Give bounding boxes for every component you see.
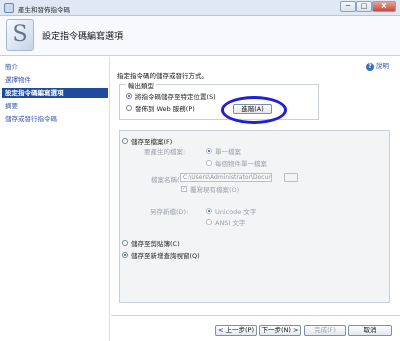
single-file-radio[interactable]: 單一檔案 [206,146,241,156]
radio-label: 每個物件單一檔案 [215,160,267,168]
wizard-steps-sidebar: 簡介 選擇物件 設定指令碼編寫選項 摘要 儲存或發行指令碼 [0,57,110,341]
maximize-button[interactable]: □ [356,1,372,12]
finish-button[interactable]: 完成(F) [304,325,346,336]
script-icon: S [6,19,34,51]
close-button[interactable]: X [372,1,396,12]
radio-label: Unicode 文字 [215,208,257,216]
save-to-new-query-radio[interactable]: 儲存至新增查詢視窗(Q) [122,250,200,260]
save-to-location-radio[interactable]: 將指令碼儲存至特定位置(S) [126,91,216,101]
radio-selected-indicator [206,148,212,154]
radio-indicator [206,160,212,166]
radio-selected-indicator [126,93,132,99]
title-bar: 產生和發佈指令碼 ─ □ X [0,0,400,16]
file-per-object-radio[interactable]: 每個物件單一檔案 [206,158,267,168]
checkbox-checked-indicator: ✓ [181,186,187,192]
browse-file-button[interactable] [284,173,298,182]
radio-label: 將指令碼儲存至特定位置(S) [135,93,216,101]
destination-panel: 儲存至檔案(F) 要產生的檔案: 單一檔案 每個物件單一檔案 檔案名稱(I): … [119,130,390,303]
save-to-file-radio[interactable]: 儲存至檔案(F) [122,136,172,146]
sidebar-item-save-or-publish[interactable]: 儲存或發行指令碼 [2,114,108,124]
radio-label: ANSI 文字 [215,219,246,227]
file-name-field[interactable]: C:\Users\Administrator\Documents\script.… [180,173,272,182]
publish-web-service-radio[interactable]: 發佈到 Web 服務(P) [126,103,195,113]
sidebar-item-scripting-options[interactable]: 設定指令碼編寫選項 [2,88,108,98]
instruction-text: 指定指令碼的儲存或發行方式。 [117,72,208,80]
radio-label: 發佈到 Web 服務(P) [135,105,195,113]
help-label: 說明 [376,62,389,70]
help-link[interactable]: ? 說明 [366,60,389,71]
page-title: 設定指令碼編寫選項 [42,32,124,42]
radio-label: 儲存至新增查詢視窗(Q) [131,252,200,260]
sidebar-item-summary[interactable]: 摘要 [2,101,108,111]
page-header: S 設定指令碼編寫選項 [0,16,400,56]
app-icon [4,3,14,13]
sidebar-item-intro[interactable]: 簡介 [2,62,108,72]
save-to-clipboard-radio[interactable]: 儲存至剪貼簿(C) [122,238,180,248]
footer-divider [111,315,400,316]
radio-label: 儲存至剪貼簿(C) [131,240,180,248]
save-as-label: 另存新檔(D): [150,208,189,216]
output-type-group: 輸出類型 將指令碼儲存至特定位置(S) 發佈到 Web 服務(P) [119,80,319,120]
ansi-radio[interactable]: ANSI 文字 [206,217,245,227]
sidebar-item-choose-objects[interactable]: 選擇物件 [2,75,108,85]
next-button[interactable]: 下一步(N) > [259,325,301,336]
checkbox-label: 覆寫現有檔案(O) [190,186,240,194]
radio-selected-indicator [122,252,128,258]
unicode-radio[interactable]: Unicode 文字 [206,206,256,216]
radio-label: 儲存至檔案(F) [131,138,173,146]
help-icon: ? [366,63,374,71]
cancel-button[interactable]: 取消 [348,325,392,336]
minimize-button[interactable]: ─ [340,1,356,12]
highlight-annotation [221,96,287,124]
radio-indicator [126,105,132,111]
radio-indicator [206,219,212,225]
output-type-legend: 輸出類型 [126,80,156,90]
radio-indicator [122,138,128,144]
files-to-generate-label: 要產生的檔案: [144,148,186,156]
radio-selected-indicator [206,208,212,214]
back-button[interactable]: < 上一步(P) [215,325,257,336]
overwrite-checkbox[interactable]: ✓ 覆寫現有檔案(O) [181,184,239,194]
radio-label: 單一檔案 [215,148,241,156]
radio-indicator [122,240,128,246]
window-title: 產生和發佈指令碼 [18,6,70,14]
